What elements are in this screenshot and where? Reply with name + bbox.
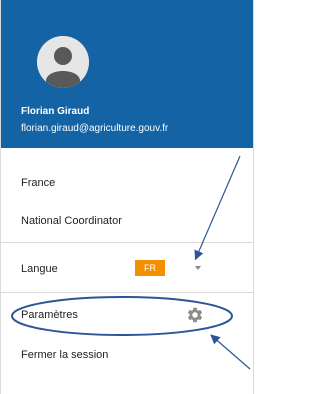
user-email: florian.giraud@agriculture.gouv.fr [21,123,169,134]
menu-divider [1,292,253,293]
gear-icon[interactable] [186,306,204,324]
menu-item-role: National Coordinator [21,215,122,227]
menu-item-country: France [21,177,56,189]
menu-item-settings[interactable]: Paramètres [1,297,253,333]
menu-divider [1,242,253,243]
user-avatar-icon [37,36,89,88]
user-header: Florian Giraud florian.giraud@agricultur… [1,0,253,148]
menu-item-language[interactable]: Langue [1,251,253,287]
user-name: Florian Giraud [21,106,90,117]
menu-item-logout[interactable]: Fermer la session [1,337,253,373]
settings-label: Paramètres [21,309,78,321]
language-select[interactable]: FR [135,260,165,276]
language-label: Langue [21,263,58,275]
user-menu-panel: Florian Giraud florian.giraud@agricultur… [0,0,254,394]
chevron-down-icon[interactable] [195,266,201,270]
